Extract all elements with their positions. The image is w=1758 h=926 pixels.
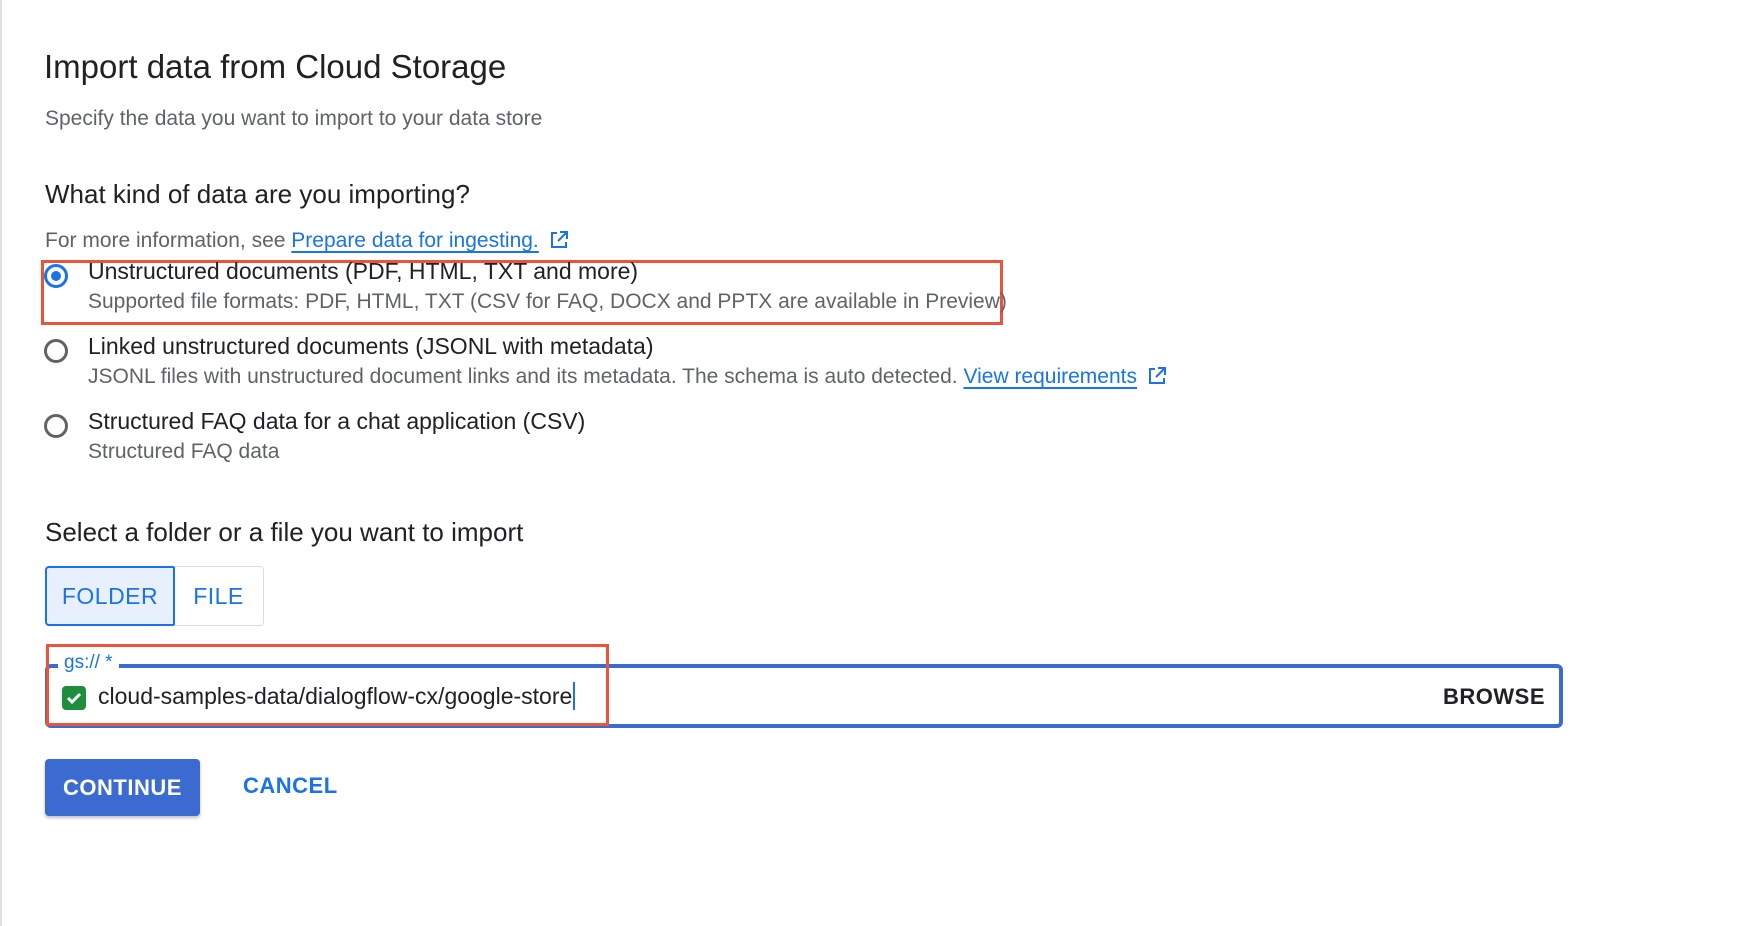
radio-button[interactable] [44, 339, 68, 363]
cancel-button[interactable]: CANCEL [243, 773, 338, 799]
info-prefix: For more information, see [45, 229, 286, 252]
folder-toggle-button[interactable]: FOLDER [45, 566, 175, 626]
page-subtitle: Specify the data you want to import to y… [45, 107, 543, 130]
browse-button[interactable]: BROWSE [1443, 684, 1545, 710]
open-in-new-icon [549, 230, 569, 256]
info-line: For more information, see Prepare data f… [45, 229, 569, 256]
prepare-data-link[interactable]: Prepare data for ingesting. [291, 229, 539, 252]
continue-button[interactable]: CONTINUE [45, 759, 200, 816]
highlight-box-path [46, 644, 609, 726]
radio-button[interactable] [44, 414, 68, 438]
option-description-text: JSONL files with unstructured document l… [88, 365, 958, 388]
option-description: JSONL files with unstructured document l… [88, 365, 1167, 392]
option-description: Supported file formats: PDF, HTML, TXT (… [88, 290, 1007, 313]
view-requirements-link[interactable]: View requirements [963, 365, 1137, 388]
option-label: Structured FAQ data for a chat applicati… [88, 408, 586, 434]
option-label: Unstructured documents (PDF, HTML, TXT a… [88, 258, 639, 284]
option-description: Structured FAQ data [88, 440, 280, 463]
radio-button-selected[interactable] [44, 264, 68, 288]
option-label: Linked unstructured documents (JSONL wit… [88, 333, 654, 359]
page-title: Import data from Cloud Storage [44, 48, 507, 85]
panel-left-border [0, 0, 2, 926]
source-heading: Select a folder or a file you want to im… [45, 517, 524, 547]
open-in-new-icon [1147, 366, 1167, 392]
data-kind-heading: What kind of data are you importing? [45, 179, 470, 209]
file-toggle-button[interactable]: FILE [174, 566, 264, 626]
